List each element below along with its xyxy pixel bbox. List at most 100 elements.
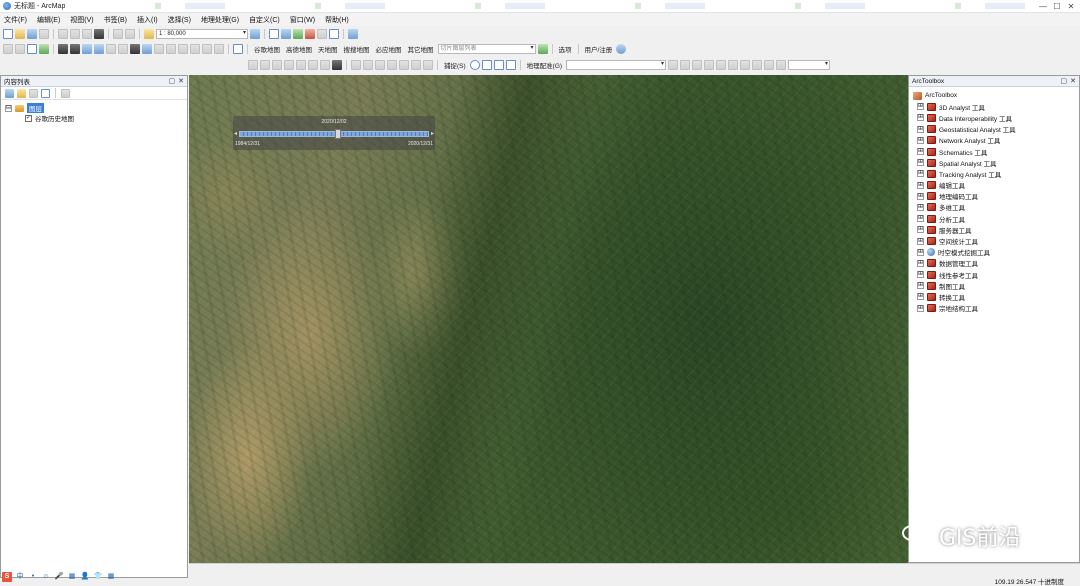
toolbox-item[interactable]: ⊞ 分析工具 [917, 213, 1075, 224]
basemap-other-dropdown[interactable]: 其它地图 [406, 44, 436, 54]
time-slider-prev-icon[interactable]: ◂ [234, 130, 237, 137]
layer-name[interactable]: 谷歌历史地图 [35, 113, 74, 123]
toolbox-item[interactable]: ⊞ Geostatistical Analyst 工具 [917, 124, 1075, 135]
rotate-raster-icon[interactable] [680, 60, 691, 70]
collapse-icon[interactable]: ⊟ [5, 104, 12, 112]
expand-icon[interactable]: ⊞ [917, 248, 924, 256]
fit-to-display-icon[interactable] [752, 60, 763, 70]
sogou-ime-icon[interactable]: S [2, 572, 12, 582]
expand-icon[interactable]: ⊞ [917, 259, 924, 267]
info-icon[interactable] [616, 44, 627, 54]
toolbox-item-label[interactable]: Geostatistical Analyst 工具 [939, 124, 1016, 134]
toolbox-item[interactable]: ⊞ 编辑工具 [917, 180, 1075, 191]
ime-keyboard-icon[interactable]: ▦ [67, 572, 77, 582]
toolbox-item[interactable]: ⊞ Data Interoperability 工具 [917, 112, 1075, 123]
paste-icon[interactable] [82, 29, 92, 39]
save-icon[interactable] [27, 29, 37, 39]
menu-bookmarks[interactable]: 书签(B) [104, 15, 127, 25]
globe-disabled-icon[interactable] [332, 60, 342, 70]
toolbox-item-label[interactable]: 宗地结构工具 [939, 303, 978, 313]
new-document-icon[interactable] [3, 29, 13, 39]
flip-icon[interactable] [764, 60, 775, 70]
attributes-icon[interactable] [308, 60, 318, 70]
georeferencing-dropdown[interactable]: 地理配准(G) [525, 60, 564, 70]
expand-icon[interactable]: ⊞ [917, 237, 924, 245]
toc-options-icon[interactable] [61, 88, 70, 98]
toolbox-item-label[interactable]: Spatial Analyst 工具 [939, 158, 996, 168]
toolbox-item-label[interactable]: 3D Analyst 工具 [939, 102, 985, 112]
toolbox-item-label[interactable]: 多维工具 [939, 202, 965, 212]
basemap-tianditu-dropdown[interactable]: 天地图 [316, 44, 340, 54]
find-icon[interactable] [190, 44, 200, 54]
viewer-link-icon[interactable] [728, 60, 739, 70]
auto-adjust-icon[interactable] [740, 60, 751, 70]
basemap-gaode-dropdown[interactable]: 高德地图 [284, 44, 314, 54]
options-dropdown[interactable]: 选项 [557, 44, 574, 54]
expand-icon[interactable]: ⊞ [917, 148, 924, 156]
transparency-input[interactable] [788, 60, 831, 70]
tile-layer-list-combo[interactable]: 切片图层列表 [437, 44, 536, 54]
open-folder-icon[interactable] [15, 29, 25, 39]
scale-raster-icon[interactable] [704, 60, 715, 70]
toolbox-item[interactable]: ⊞ Spatial Analyst 工具 [917, 157, 1075, 168]
close-button[interactable]: ✕ [1064, 1, 1078, 11]
map-scale-combo[interactable]: 1 : 80,000 [156, 29, 248, 39]
zoom-out-icon[interactable] [15, 44, 25, 54]
menu-geoprocessing[interactable]: 地理处理(G) [201, 15, 239, 25]
list-by-selection-icon[interactable] [41, 88, 50, 98]
toolbox-item-label[interactable]: 空间统计工具 [939, 236, 978, 246]
toolbox-item[interactable]: ⊞ 制图工具 [917, 280, 1075, 291]
tile-download-icon[interactable] [537, 44, 548, 54]
expand-icon[interactable]: ⊞ [917, 271, 924, 279]
html-popup-icon[interactable] [166, 44, 176, 54]
layer-visibility-checkbox[interactable]: ✓ [25, 114, 32, 122]
time-slider-thumb[interactable] [334, 129, 341, 139]
sketch-icon[interactable] [320, 60, 330, 70]
expand-icon[interactable]: ⊞ [917, 159, 924, 167]
hyperlink-icon[interactable] [154, 44, 164, 54]
select-elements-icon[interactable] [130, 44, 140, 54]
toc-close-icon[interactable]: ✕ [178, 77, 184, 85]
list-by-visibility-icon[interactable] [29, 88, 38, 98]
time-slider-next-icon[interactable]: ▸ [431, 130, 434, 137]
time-slider-icon[interactable] [214, 44, 224, 54]
toolbox-item[interactable]: ⊞ 空间统计工具 [917, 235, 1075, 246]
add-data-icon[interactable] [144, 29, 154, 39]
menu-customize[interactable]: 自定义(C) [249, 15, 280, 25]
expand-icon[interactable]: ⊞ [917, 170, 924, 178]
link-table-icon[interactable] [716, 60, 727, 70]
select-features-icon[interactable] [106, 44, 116, 54]
toolbox-item-label[interactable]: 服务器工具 [939, 225, 972, 235]
expand-icon[interactable]: ⊞ [917, 226, 924, 234]
expand-icon[interactable]: ⊞ [917, 293, 924, 301]
menu-view[interactable]: 视图(V) [70, 15, 93, 25]
toolbox-item[interactable]: ⊞ Tracking Analyst 工具 [917, 168, 1075, 179]
menu-help[interactable]: 帮助(H) [325, 15, 349, 25]
parcel-icon[interactable] [387, 60, 397, 70]
measure-icon[interactable] [178, 44, 188, 54]
snapping-dropdown[interactable]: 捕捉(S) [442, 60, 468, 70]
topology-icon[interactable] [351, 60, 361, 70]
layers-group-label[interactable]: 图层 [27, 103, 44, 113]
layer-row[interactable]: ✓ 谷歌历史地图 [25, 113, 183, 123]
expand-icon[interactable]: ⊞ [917, 215, 924, 223]
expand-icon[interactable]: ⊞ [917, 282, 924, 290]
search-window-icon[interactable] [293, 29, 303, 39]
edit-tool-icon[interactable] [248, 60, 258, 70]
toolbox-item-label[interactable]: 编辑工具 [939, 180, 965, 190]
toolbox-item-label[interactable]: 时空模式挖掘工具 [938, 247, 990, 257]
fixed-zoom-out-icon[interactable] [70, 44, 80, 54]
add-control-point-icon[interactable] [668, 60, 679, 70]
python-window-icon[interactable] [317, 29, 327, 39]
ime-user-icon[interactable]: 👤 [80, 572, 90, 582]
basemap-bing-dropdown[interactable]: 必应地图 [374, 44, 404, 54]
arctoolbox-window-icon[interactable] [305, 29, 315, 39]
toolbox-item[interactable]: ⊞ 转换工具 [917, 291, 1075, 302]
ime-chinese-mode-icon[interactable]: 中 [15, 572, 25, 582]
toolbox-item[interactable]: ⊞ 3D Analyst 工具 [917, 101, 1075, 112]
cut-icon[interactable] [58, 29, 68, 39]
print-icon[interactable] [39, 29, 49, 39]
undo-icon[interactable] [113, 29, 123, 39]
toolbox-item-label[interactable]: Network Analyst 工具 [939, 135, 1000, 145]
toolbox-item-label[interactable]: Tracking Analyst 工具 [939, 169, 1001, 179]
